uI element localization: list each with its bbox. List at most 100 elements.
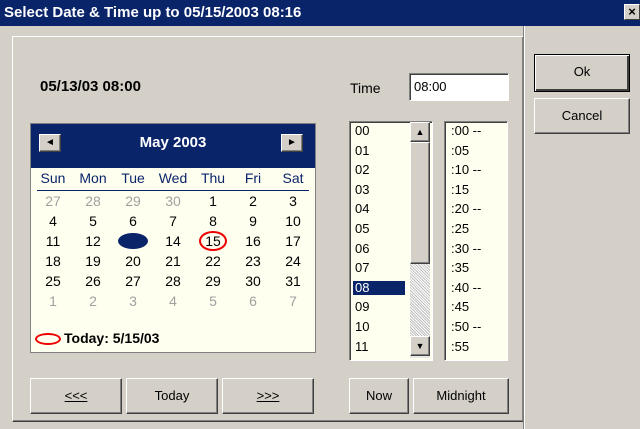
minute-list[interactable]: :00 -- :05 :10 -- :15 :20 -- :25 :30 -- :35 :40 … — [444, 121, 508, 361]
hour-item[interactable]: 03 — [353, 182, 405, 197]
hour-item[interactable]: 00 — [353, 124, 405, 138]
calendar-day[interactable]: 21 — [153, 252, 193, 270]
calendar-day[interactable]: 25 — [33, 272, 73, 290]
calendar-day[interactable]: 30 — [233, 272, 273, 290]
scroll-thumb[interactable] — [410, 142, 430, 264]
minute-item[interactable]: :25 — [451, 222, 469, 236]
cancel-button[interactable]: Cancel — [534, 98, 630, 134]
calendar-day[interactable]: 27 — [113, 272, 153, 290]
calendar-day[interactable]: 6 — [113, 212, 153, 230]
calendar-day[interactable]: 18 — [33, 252, 73, 270]
calendar-day[interactable]: 26 — [73, 272, 113, 290]
hour-item[interactable]: 08 — [353, 280, 405, 295]
hour-item[interactable]: 06 — [353, 241, 405, 256]
calendar-day[interactable]: 24 — [273, 252, 313, 270]
calendar-day[interactable]: 9 — [233, 212, 273, 230]
minute-item[interactable]: :35 — [451, 261, 469, 275]
weekday-header: Wed — [158, 170, 188, 186]
calendar-day[interactable]: 16 — [233, 232, 273, 250]
calendar-day[interactable]: 17 — [273, 232, 313, 250]
calendar-day[interactable]: 13 — [113, 232, 153, 250]
calendar-day[interactable]: 4 — [153, 292, 193, 310]
calendar-day[interactable]: 19 — [73, 252, 113, 270]
calendar-day[interactable]: 31 — [273, 272, 313, 290]
minute-item[interactable]: :20 -- — [451, 202, 481, 216]
minute-item[interactable]: :50 -- — [451, 320, 481, 334]
minute-item[interactable]: :55 — [451, 339, 469, 354]
calendar-day-label: 16 — [245, 233, 261, 249]
hour-list[interactable]: 00 01 02 03 04 05 06 07 08 09 10 11 ▲ ▼ — [349, 121, 433, 361]
calendar-day[interactable]: 2 — [73, 292, 113, 310]
calendar-day[interactable]: 5 — [193, 292, 233, 310]
now-button[interactable]: Now — [349, 378, 409, 414]
scroll-down-icon[interactable]: ▼ — [410, 336, 430, 356]
calendar-day[interactable]: 23 — [233, 252, 273, 270]
calendar-day[interactable]: 12 — [73, 232, 113, 250]
calendar-day[interactable]: 30 — [153, 192, 193, 210]
calendar-day[interactable]: 6 — [233, 292, 273, 310]
calendar-day[interactable]: 5 — [73, 212, 113, 230]
ok-button[interactable]: Ok — [534, 54, 630, 92]
calendar-day[interactable]: 28 — [153, 272, 193, 290]
minute-item[interactable]: :05 — [451, 143, 469, 158]
calendar-day[interactable]: 10 — [273, 212, 313, 230]
hour-item[interactable]: 10 — [353, 320, 405, 334]
calendar-day-label: 20 — [125, 253, 141, 269]
minute-item[interactable]: :40 -- — [451, 280, 481, 295]
hour-item[interactable]: 09 — [353, 300, 405, 314]
today-button[interactable]: Today — [126, 378, 218, 414]
calendar-day[interactable]: 3 — [273, 192, 313, 210]
calendar-day[interactable]: 22 — [193, 252, 233, 270]
prev-range-button[interactable]: <<< — [30, 378, 122, 414]
time-input[interactable]: 08:00 — [409, 73, 509, 101]
calendar-day[interactable]: 11 — [33, 232, 73, 250]
calendar-day[interactable]: 28 — [73, 192, 113, 210]
minute-item[interactable]: :45 — [451, 300, 469, 314]
hour-item[interactable]: 04 — [353, 202, 405, 216]
calendar-day[interactable]: 29 — [113, 192, 153, 210]
time-label: Time — [350, 80, 381, 96]
calendar-day[interactable]: 20 — [113, 252, 153, 270]
calendar-day[interactable]: 14 — [153, 232, 193, 250]
calendar-day[interactable]: 1 — [193, 192, 233, 210]
close-icon[interactable]: × — [624, 4, 640, 20]
calendar-day-label: 8 — [209, 213, 217, 229]
calendar-day[interactable]: 1 — [33, 292, 73, 310]
minute-item[interactable]: :10 -- — [451, 163, 481, 177]
next-range-button[interactable]: >>> — [222, 378, 314, 414]
calendar-day[interactable]: 15 — [193, 231, 233, 251]
calendar-day[interactable]: 29 — [193, 272, 233, 290]
minute-item[interactable]: :30 -- — [451, 241, 481, 256]
calendar-day[interactable]: 3 — [113, 292, 153, 310]
hour-item[interactable]: 02 — [353, 163, 405, 177]
calendar-day[interactable]: 2 — [233, 192, 273, 210]
calendar-day[interactable]: 7 — [273, 292, 313, 310]
calendar-day[interactable]: 8 — [193, 212, 233, 230]
hour-item[interactable]: 01 — [353, 143, 405, 158]
calendar-day[interactable]: 7 — [153, 212, 193, 230]
calendar-day-label: 17 — [285, 233, 301, 249]
hour-scrollbar[interactable]: ▲ ▼ — [410, 122, 430, 358]
calendar-day[interactable]: 4 — [33, 212, 73, 230]
hour-item[interactable]: 05 — [353, 222, 405, 236]
minute-item[interactable]: :15 — [451, 182, 469, 197]
today-indicator[interactable]: Today: 5/15/03 — [35, 330, 159, 346]
scroll-up-icon[interactable]: ▲ — [410, 122, 430, 142]
calendar-day[interactable]: 27 — [33, 192, 73, 210]
calendar-day-label: 2 — [89, 293, 97, 309]
hour-item[interactable]: 07 — [353, 261, 405, 275]
weekday-header: Thu — [200, 170, 226, 186]
minute-item[interactable]: :00 -- — [451, 124, 481, 138]
scroll-track[interactable] — [410, 264, 430, 336]
calendar-day-label: 14 — [165, 233, 181, 249]
calendar-day-label: 26 — [85, 273, 101, 289]
calendar-day-label: 15 — [199, 231, 227, 251]
midnight-button[interactable]: Midnight — [413, 378, 509, 414]
calendar-day-label: 30 — [165, 193, 181, 209]
next-month-button[interactable]: ► — [281, 134, 303, 152]
hour-item[interactable]: 11 — [353, 339, 405, 354]
now-button-label: Now — [365, 388, 392, 403]
calendar-day-label: 5 — [89, 213, 97, 229]
midnight-button-label: Midnight — [436, 388, 486, 403]
calendar-day-label: 4 — [169, 293, 177, 309]
